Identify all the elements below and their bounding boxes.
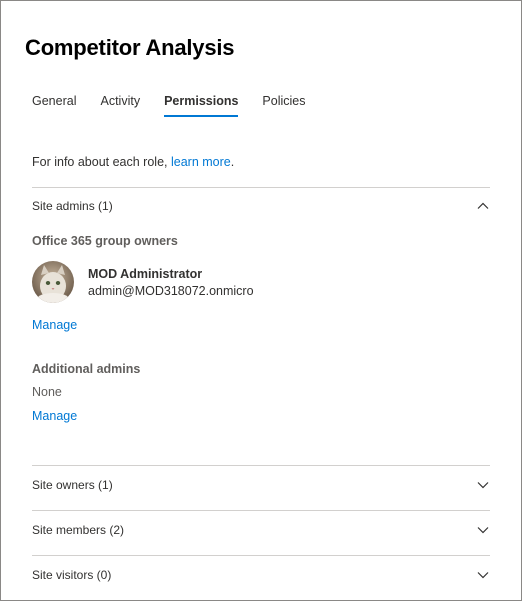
owner-email: admin@MOD318072.onmicro	[88, 284, 254, 298]
divider	[32, 187, 490, 188]
tab-bar: General Activity Permissions Policies	[32, 94, 330, 120]
tab-activity[interactable]: Activity	[100, 94, 140, 118]
learn-more-link[interactable]: learn more	[171, 155, 231, 169]
user-avatar-icon	[32, 261, 74, 303]
tab-policies[interactable]: Policies	[262, 94, 305, 118]
site-admins-label: Site admins (1)	[32, 199, 113, 213]
site-details-panel: Competitor Analysis General Activity Per…	[0, 0, 522, 601]
role-info-text: For info about each role, learn more.	[32, 155, 234, 169]
additional-admins-value: None	[32, 385, 62, 399]
site-visitors-header[interactable]: Site visitors (0)	[32, 565, 490, 585]
role-info-suffix: .	[230, 155, 235, 169]
chevron-down-icon[interactable]	[476, 523, 490, 537]
additional-admins-heading: Additional admins	[32, 362, 141, 376]
tab-permissions[interactable]: Permissions	[164, 94, 239, 118]
tab-general[interactable]: General	[32, 94, 76, 118]
site-admins-header[interactable]: Site admins (1)	[32, 196, 490, 216]
site-visitors-label: Site visitors (0)	[32, 568, 112, 582]
chevron-up-icon[interactable]	[476, 199, 490, 213]
site-members-header[interactable]: Site members (2)	[32, 520, 490, 540]
role-info-label: For info about each role,	[32, 155, 171, 169]
page-title: Competitor Analysis	[25, 35, 235, 60]
manage-owners-link[interactable]: Manage	[32, 318, 77, 332]
divider	[32, 510, 490, 511]
site-owners-header[interactable]: Site owners (1)	[32, 475, 490, 495]
owner-name: MOD Administrator	[88, 267, 203, 281]
manage-additional-admins-link[interactable]: Manage	[32, 409, 77, 423]
chevron-down-icon[interactable]	[476, 478, 490, 492]
avatar	[32, 261, 74, 303]
divider	[32, 555, 490, 556]
site-members-label: Site members (2)	[32, 523, 125, 537]
site-owners-label: Site owners (1)	[32, 478, 113, 492]
group-owners-heading: Office 365 group owners	[32, 234, 178, 248]
chevron-down-icon[interactable]	[476, 568, 490, 582]
divider	[32, 465, 490, 466]
